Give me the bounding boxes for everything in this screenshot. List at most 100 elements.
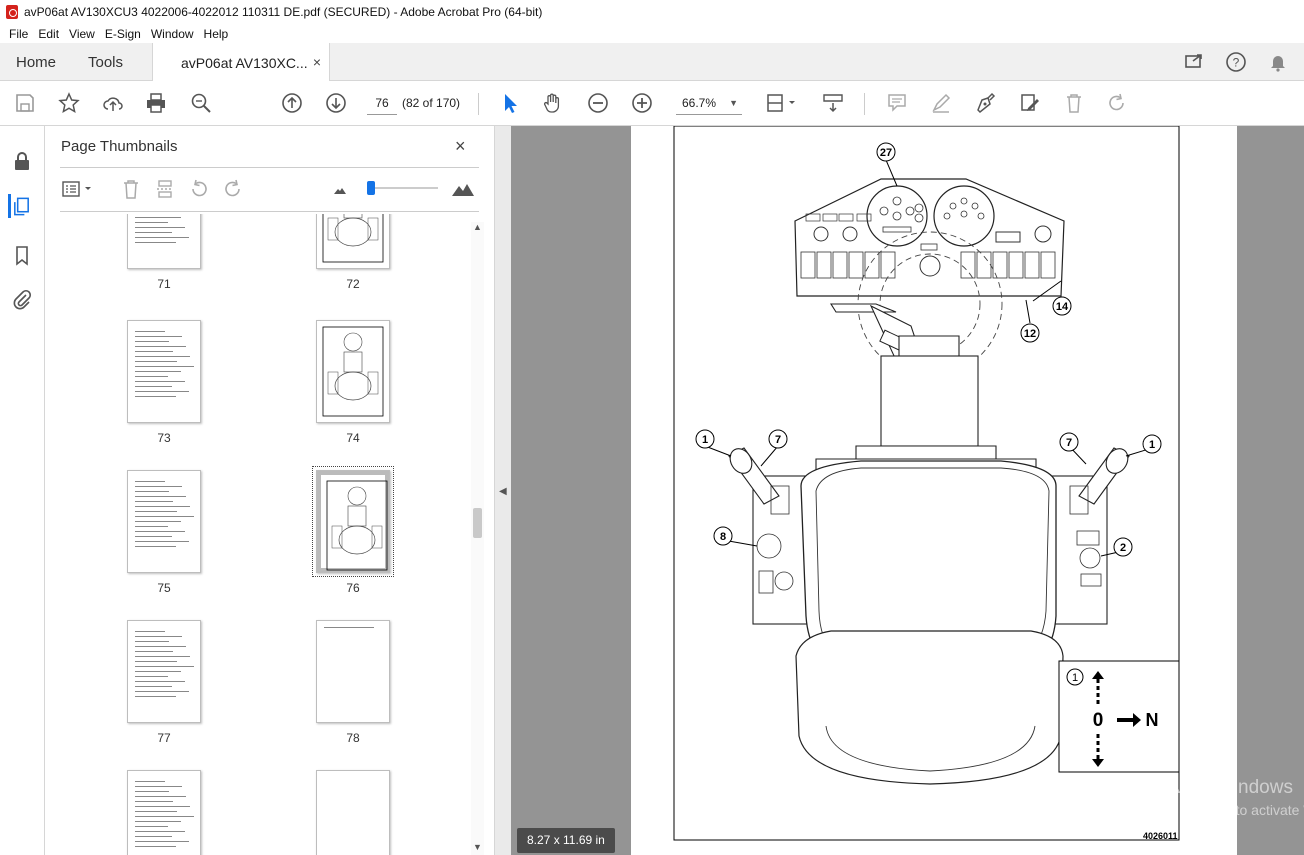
operator-controls-diagram: 27 14 12 1 7 7 1 8 2 1 0 N 4026011: [673, 126, 1180, 841]
highlight-pen-icon[interactable]: [929, 91, 953, 115]
tab-home[interactable]: Home: [16, 43, 56, 81]
thumbnail-list: 71 72 73 74 75 76 77 78: [60, 214, 470, 855]
panel-title: Page Thumbnails: [61, 138, 178, 155]
page-thumbnail[interactable]: [127, 620, 201, 723]
thumbnail-size-slider[interactable]: [372, 187, 438, 189]
thumbnail-scrollbar[interactable]: ▲ ▼: [471, 222, 484, 855]
callout-label: 27: [880, 147, 892, 159]
callout-label: 12: [1024, 328, 1036, 340]
select-cursor-icon[interactable]: [498, 91, 522, 115]
thumbnail-options-menu-icon[interactable]: [60, 178, 96, 200]
save-icon[interactable]: [13, 91, 37, 115]
menu-esign[interactable]: E-Sign: [100, 27, 146, 41]
next-page-icon[interactable]: [324, 91, 348, 115]
upload-cloud-icon[interactable]: [101, 91, 125, 115]
comment-icon[interactable]: [885, 91, 909, 115]
panel-splitter[interactable]: ◀: [495, 126, 511, 855]
divider: [60, 167, 479, 168]
watermark-title: Activate Windows: [1143, 777, 1293, 798]
legend-zero: 0: [1093, 710, 1104, 731]
redo-icon[interactable]: [1105, 91, 1129, 115]
acrobat-icon: [6, 5, 18, 19]
small-mountain-icon[interactable]: [329, 178, 351, 200]
collapse-panel-icon[interactable]: ◀: [499, 486, 507, 497]
page-thumbnail[interactable]: [316, 620, 390, 723]
page-thumbnail-label: 72: [346, 277, 360, 291]
page-thumbnail-label: 74: [346, 431, 360, 445]
bookmark-star-icon[interactable]: [57, 91, 81, 115]
page-thumbnail[interactable]: [127, 770, 201, 855]
menu-edit[interactable]: Edit: [33, 27, 64, 41]
menu-view[interactable]: View: [64, 27, 100, 41]
page-thumbnail[interactable]: [127, 320, 201, 423]
print-icon[interactable]: [144, 91, 168, 115]
zoom-out-icon[interactable]: [586, 91, 610, 115]
delete-icon[interactable]: [1062, 91, 1086, 115]
chevron-down-icon: ▼: [729, 98, 738, 108]
callout-label: 14: [1056, 301, 1069, 313]
zoom-search-icon[interactable]: [189, 91, 213, 115]
page-thumbnail[interactable]: [127, 470, 201, 573]
page-thumbnail[interactable]: [316, 214, 390, 269]
callout-label: 7: [1066, 437, 1072, 449]
scrollbar-thumb[interactable]: [473, 508, 482, 538]
left-rail: [0, 126, 45, 855]
divider: [60, 211, 479, 212]
zoom-level-dropdown[interactable]: 66.7% ▼: [676, 91, 742, 115]
lock-icon[interactable]: [10, 149, 34, 173]
page-thumbnail[interactable]: [127, 214, 201, 269]
tab-document[interactable]: avP06at AV130XC... ×: [152, 43, 330, 82]
page-thumbnail-label: 75: [157, 581, 171, 595]
page-thumbnail-label: 76: [346, 581, 360, 595]
scroll-up-icon[interactable]: ▲: [473, 222, 482, 232]
callout-label: 2: [1120, 542, 1126, 554]
rotate-left-icon[interactable]: [188, 178, 210, 200]
page-thumbnails-icon[interactable]: [8, 194, 32, 218]
page-number-input[interactable]: 76: [367, 91, 397, 115]
watermark-subtitle: Go to Settings to activate Windows.: [1143, 802, 1304, 818]
callout-label: 1: [702, 434, 708, 446]
tab-close-icon[interactable]: ×: [313, 54, 321, 70]
page-thumbnail-label: 78: [346, 731, 360, 745]
large-mountain-icon[interactable]: [450, 178, 476, 200]
bookmarks-icon[interactable]: [10, 243, 34, 267]
share-screen-icon[interactable]: [1183, 51, 1205, 73]
page-size-badge: 8.27 x 11.69 in: [517, 828, 615, 853]
scroll-down-icon[interactable]: ▼: [473, 842, 482, 852]
zoom-in-icon[interactable]: [630, 91, 654, 115]
toolbar-divider: [864, 93, 865, 115]
delete-page-icon[interactable]: [120, 178, 142, 200]
tab-tools[interactable]: Tools: [88, 43, 123, 81]
panel-close-icon[interactable]: ×: [455, 136, 466, 157]
page-count-label: (82 of 170): [402, 96, 461, 110]
extract-page-icon[interactable]: [154, 178, 176, 200]
rotate-right-icon[interactable]: [222, 178, 244, 200]
page-thumbnail-label: 73: [157, 431, 171, 445]
page-thumbnail[interactable]: [316, 320, 390, 423]
menu-window[interactable]: Window: [146, 27, 199, 41]
legend-neutral: N: [1146, 710, 1159, 730]
slider-handle[interactable]: [367, 181, 375, 195]
scrolling-mode-icon[interactable]: [821, 91, 845, 115]
previous-page-icon[interactable]: [280, 91, 304, 115]
menu-file[interactable]: File: [4, 27, 33, 41]
attachments-paperclip-icon[interactable]: [10, 287, 34, 311]
edit-text-icon[interactable]: [1018, 91, 1042, 115]
callout-label: 8: [720, 531, 726, 543]
tab-document-label: avP06at AV130XC...: [181, 54, 308, 71]
main-toolbar: 76 (82 of 170) 66.7% ▼: [0, 81, 1304, 126]
menu-help[interactable]: Help: [199, 27, 234, 41]
help-icon[interactable]: ?: [1225, 51, 1247, 73]
window-title: avP06at AV130XCU3 4022006-4022012 110311…: [24, 5, 543, 19]
document-viewer[interactable]: 27 14 12 1 7 7 1 8 2 1 0 N 4026011 8.27 x 11.69 …: [511, 126, 1304, 855]
page-thumbnail-label: 77: [157, 731, 171, 745]
draw-pen-icon[interactable]: [973, 91, 997, 115]
page-thumbnail[interactable]: [316, 770, 390, 855]
activate-windows-watermark: Activate Windows Go to Settings to activ…: [1143, 776, 1304, 822]
page-thumbnail-label: 71: [157, 277, 171, 291]
hand-tool-icon[interactable]: [541, 91, 565, 115]
page-fit-icon[interactable]: [765, 91, 799, 115]
tab-bar: Home Tools avP06at AV130XC... × ?: [0, 43, 1304, 82]
notifications-bell-icon[interactable]: [1267, 51, 1289, 73]
page-thumbnail[interactable]: [312, 466, 394, 577]
